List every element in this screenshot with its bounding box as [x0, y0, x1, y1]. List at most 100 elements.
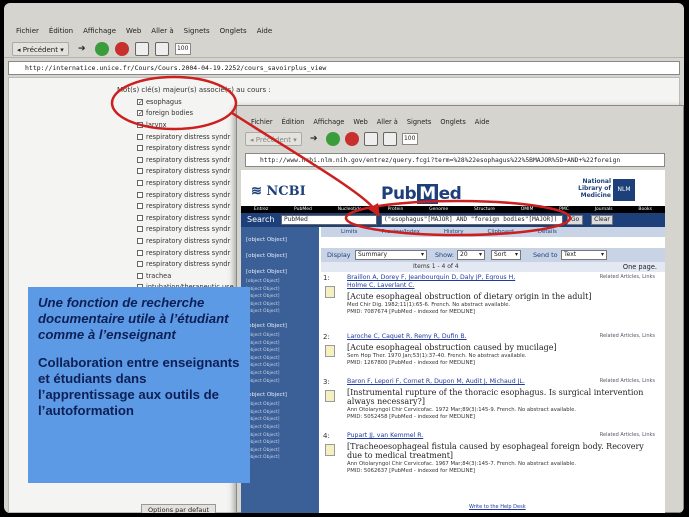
- display-label[interactable]: Display: [327, 251, 351, 259]
- back-menu-item[interactable]: Onglets: [220, 25, 247, 38]
- entrez-nav-item[interactable]: Structure: [474, 206, 495, 213]
- go-button[interactable]: Go: [567, 215, 583, 225]
- front-menu-item[interactable]: Affichage: [313, 116, 344, 128]
- result-authors-cont[interactable]: Holme C, Laverlant C.: [347, 282, 415, 289]
- front-home-icon[interactable]: [363, 132, 378, 146]
- checkbox[interactable]: [137, 226, 143, 233]
- search-db-select[interactable]: PubMed: [281, 215, 377, 225]
- keyword-item[interactable]: respiratory distress syndr: [137, 166, 234, 178]
- help-desk-link[interactable]: Write to the Help Desk: [469, 504, 526, 510]
- back-address-bar[interactable]: http://internatice.unice.fr/Cours/Cours.…: [8, 61, 680, 75]
- home-icon[interactable]: [134, 41, 149, 56]
- related-links[interactable]: Related Articles, Links: [600, 378, 655, 384]
- back-menu-item[interactable]: Aide: [257, 25, 272, 38]
- back-url[interactable]: http://internatice.unice.fr/Cours/Cours.…: [9, 64, 326, 72]
- search-subtab[interactable]: Clipboard: [487, 227, 513, 237]
- front-menu-item[interactable]: Onglets: [440, 116, 465, 128]
- left-nav-item[interactable]: [object Object]: [246, 363, 279, 368]
- search-subtab[interactable]: Limits: [341, 227, 358, 237]
- related-links[interactable]: Related Articles, Links: [600, 274, 655, 280]
- left-nav-item[interactable]: [object Object]: [246, 333, 279, 338]
- sendto-select[interactable]: Text: [561, 250, 607, 260]
- front-forward-icon[interactable]: ➔: [307, 132, 321, 146]
- zoom-field[interactable]: 100: [174, 42, 191, 55]
- left-nav-item[interactable]: [object Object]: [246, 402, 279, 407]
- document-icon[interactable]: [325, 345, 335, 357]
- related-links[interactable]: Related Articles, Links: [600, 432, 655, 438]
- left-nav-item[interactable]: [object Object]: [246, 237, 287, 243]
- keyword-item[interactable]: larynx: [137, 119, 234, 131]
- result-authors[interactable]: Pupart JJ, van Kemmel R.: [347, 432, 423, 439]
- checkbox[interactable]: [137, 203, 143, 210]
- left-nav-item[interactable]: [object Object]: [246, 379, 279, 384]
- left-nav-item[interactable]: [object Object]: [246, 294, 279, 299]
- left-nav-item[interactable]: [object Object]: [246, 348, 279, 353]
- left-nav-item[interactable]: [object Object]: [246, 433, 279, 438]
- keyword-item[interactable]: respiratory distress syndr: [137, 247, 234, 259]
- checkbox-checked[interactable]: ✓: [137, 110, 143, 117]
- sendto-label[interactable]: Send to: [533, 251, 558, 259]
- keyword-item[interactable]: respiratory distress syndr: [137, 212, 234, 224]
- entrez-nav-item[interactable]: PMC: [559, 206, 569, 213]
- left-nav-item[interactable]: [object Object]: [246, 410, 279, 415]
- front-stop-icon[interactable]: [344, 132, 359, 146]
- related-links[interactable]: Related Articles, Links: [600, 333, 655, 339]
- checkbox[interactable]: [137, 191, 143, 198]
- print-icon[interactable]: [154, 41, 169, 56]
- checkbox[interactable]: [137, 237, 143, 244]
- left-nav-item[interactable]: [object Object]: [246, 392, 287, 398]
- front-menu-item[interactable]: Aide: [475, 116, 490, 128]
- front-back-button[interactable]: ◂ Précédent ▾: [245, 132, 302, 146]
- keyword-item[interactable]: trachea: [137, 270, 234, 282]
- checkbox[interactable]: [137, 214, 143, 221]
- search-subtab[interactable]: Details: [538, 227, 557, 237]
- reload-icon[interactable]: [94, 41, 109, 56]
- forward-icon[interactable]: ➔: [75, 42, 89, 56]
- document-icon[interactable]: [325, 390, 335, 402]
- checkbox[interactable]: [137, 168, 143, 175]
- entrez-nav-item[interactable]: Protein: [388, 206, 404, 213]
- left-nav-item[interactable]: [object Object]: [246, 425, 279, 430]
- checkbox-checked[interactable]: ✓: [137, 98, 143, 105]
- keyword-item[interactable]: respiratory distress syndr: [137, 258, 234, 270]
- left-nav-item[interactable]: [object Object]: [246, 302, 279, 307]
- left-nav-item[interactable]: [object Object]: [246, 448, 279, 453]
- back-menu-item[interactable]: Affichage: [83, 25, 116, 38]
- result-authors[interactable]: Baron F, Lepori F, Cornet R, Dupon M, Au…: [347, 378, 525, 385]
- left-nav-item[interactable]: [object Object]: [246, 253, 287, 259]
- back-button[interactable]: ◂ Précédent ▾: [12, 41, 69, 56]
- document-icon[interactable]: [325, 286, 335, 298]
- back-menu-item[interactable]: Aller à: [151, 25, 173, 38]
- back-menu-item[interactable]: Web: [126, 25, 141, 38]
- show-select[interactable]: 20: [457, 250, 485, 260]
- front-reload-icon[interactable]: [325, 132, 340, 146]
- result-authors[interactable]: Braillon A, Dorey F, Jeanbourquin D, Dal…: [347, 274, 515, 281]
- left-nav-item[interactable]: [object Object]: [246, 356, 279, 361]
- ncbi-logo[interactable]: ≋ NCBI: [251, 184, 306, 199]
- left-nav-item[interactable]: [object Object]: [246, 287, 279, 292]
- left-nav-item[interactable]: [object Object]: [246, 279, 279, 284]
- default-options-button[interactable]: Options par defaut: [141, 504, 217, 513]
- left-nav-item[interactable]: [object Object]: [246, 440, 279, 445]
- back-menu-item[interactable]: Édition: [49, 25, 73, 38]
- left-nav-item[interactable]: [object Object]: [246, 455, 279, 460]
- result-authors[interactable]: Laroche C, Caquet R, Remy R, Dufin B.: [347, 333, 467, 340]
- front-zoom-field[interactable]: 100: [401, 133, 418, 145]
- keyword-item[interactable]: respiratory distress syndr: [137, 200, 234, 212]
- keyword-item[interactable]: ✓ foreign bodies: [137, 108, 234, 120]
- keyword-item[interactable]: respiratory distress syndr: [137, 189, 234, 201]
- stop-icon[interactable]: [114, 41, 129, 56]
- front-menu-item[interactable]: Web: [353, 116, 367, 128]
- front-menu-item[interactable]: Aller à: [377, 116, 398, 128]
- checkbox[interactable]: [137, 179, 143, 186]
- back-menu-item[interactable]: Fichier: [16, 25, 39, 38]
- checkbox[interactable]: [137, 121, 143, 128]
- clear-button[interactable]: Clear: [591, 215, 613, 225]
- entrez-nav-item[interactable]: PubMed: [294, 206, 312, 213]
- front-menu-item[interactable]: Fichier: [251, 116, 273, 128]
- left-nav-item[interactable]: [object Object]: [246, 371, 279, 376]
- checkbox[interactable]: [137, 249, 143, 256]
- entrez-nav-item[interactable]: Entrez: [254, 206, 268, 213]
- front-menu-item[interactable]: Édition: [282, 116, 305, 128]
- keyword-item[interactable]: ✓ esophagus: [137, 96, 234, 108]
